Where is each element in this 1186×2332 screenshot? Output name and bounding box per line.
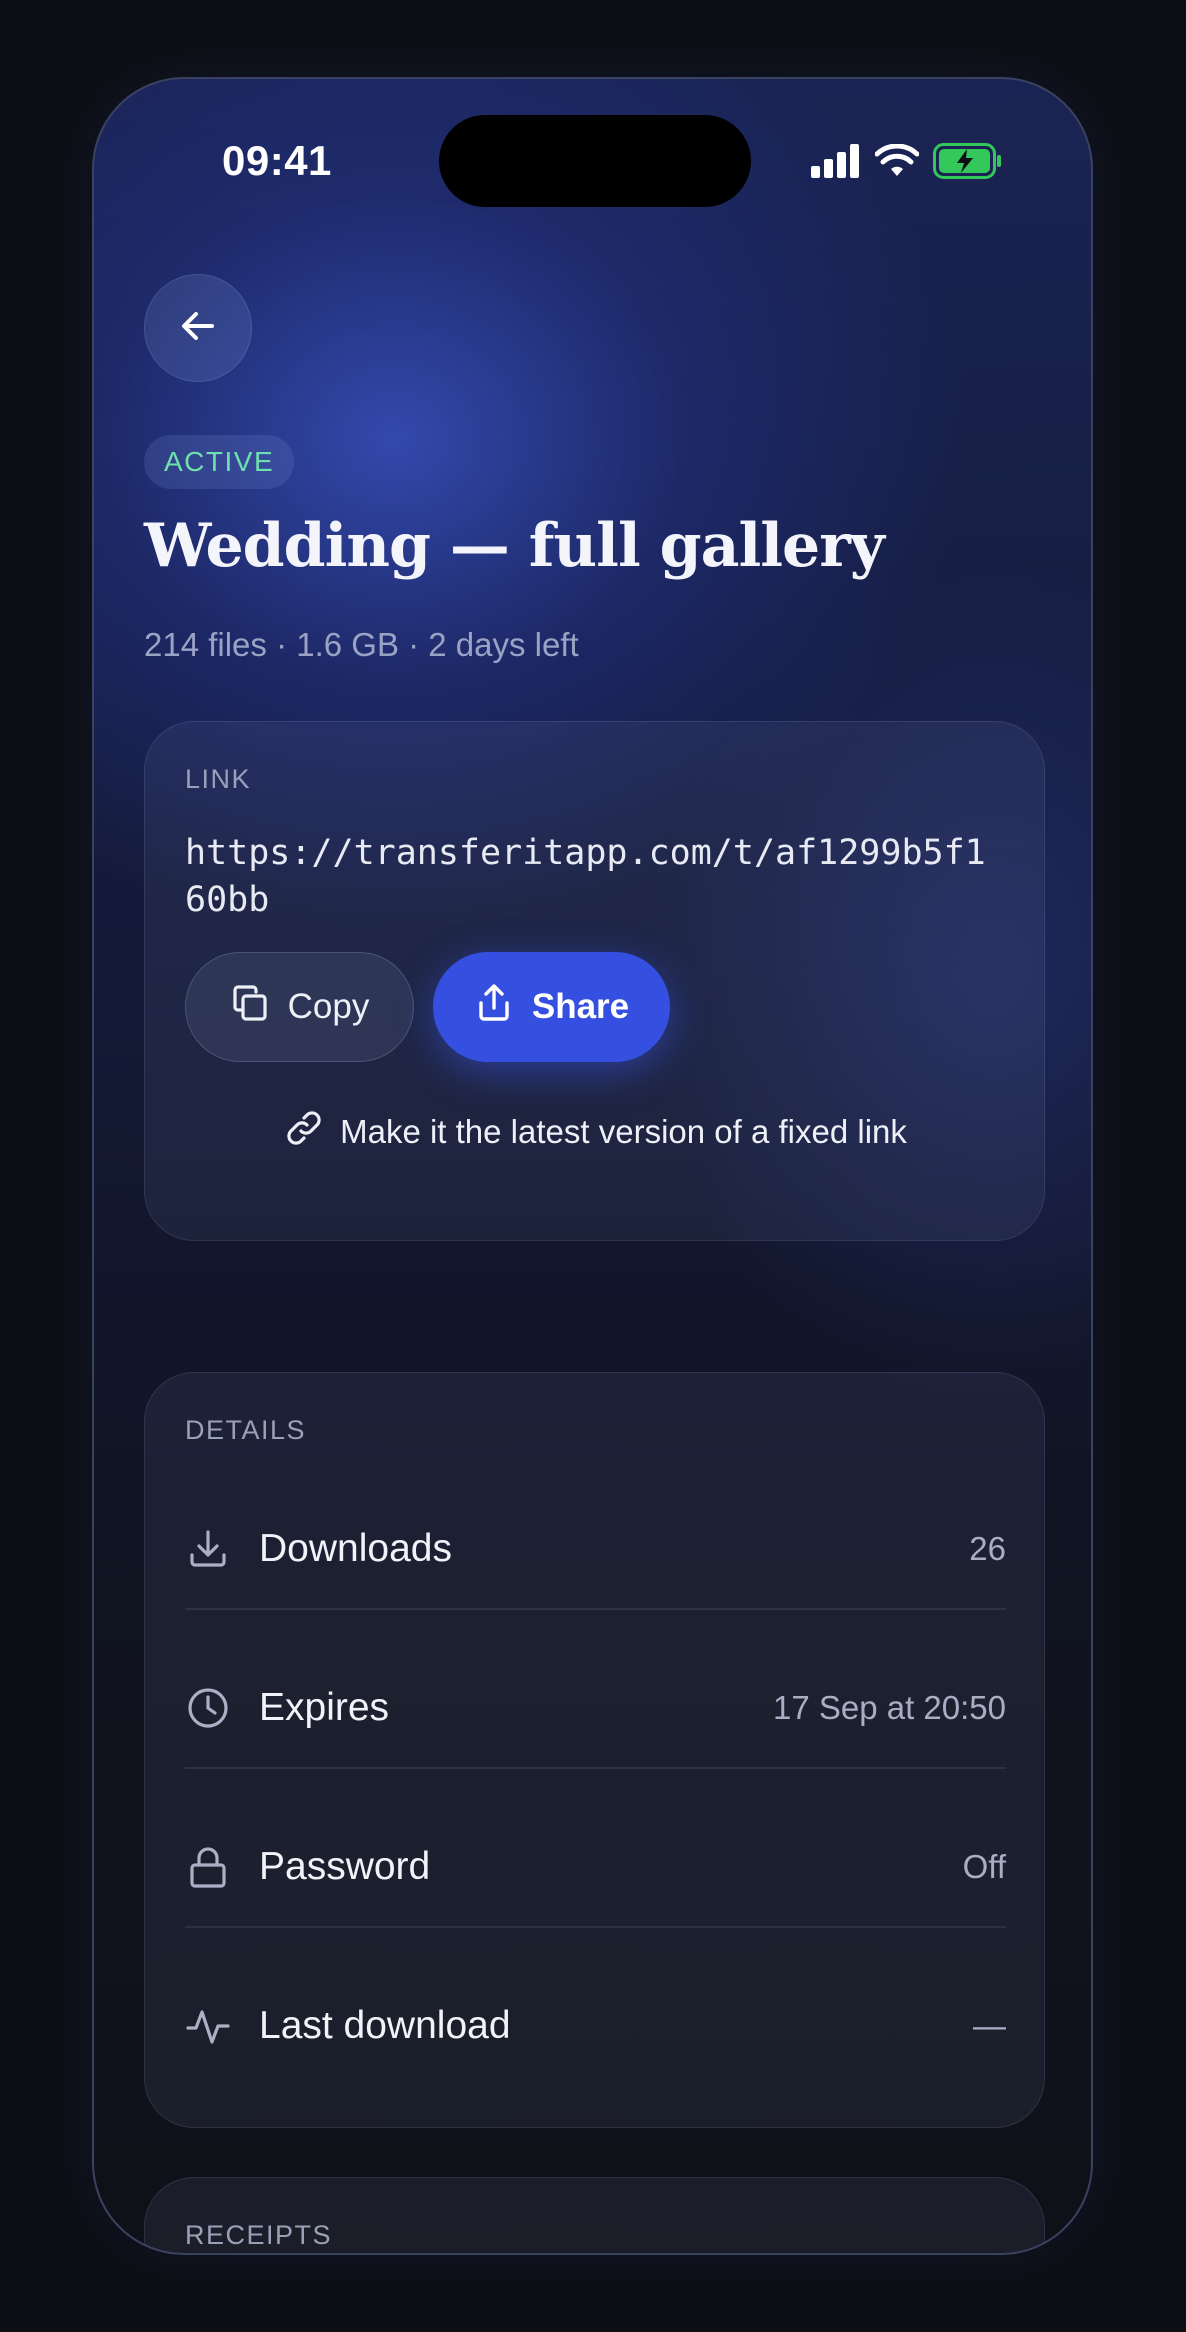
row-value: Off <box>962 1848 1006 1885</box>
transfer-meta: 214 files · 1.6 GB · 2 days left <box>144 626 579 663</box>
details-row-password: Password Off <box>185 1788 1006 1946</box>
row-label: Password <box>259 1845 431 1888</box>
link-icon <box>284 1108 324 1156</box>
receipts-card: RECEIPTS <box>144 2177 1045 2253</box>
status-time: 09:41 <box>222 137 332 184</box>
download-icon <box>185 1526 231 1572</box>
status-icons <box>811 143 1003 184</box>
details-section-label: DETAILS <box>185 1415 307 1445</box>
copy-button-label: Copy <box>287 987 370 1026</box>
details-row-last-download: Last download — <box>185 1947 1006 2105</box>
row-label: Expires <box>259 1686 390 1729</box>
row-value: — <box>973 2007 1006 2044</box>
arrow-left-icon <box>178 306 218 351</box>
screen: 09:41 ACTIVE Wedding — full gallery 214 … <box>0 0 1186 2332</box>
details-row-downloads: Downloads 26 <box>185 1470 1006 1628</box>
share-button[interactable]: Share <box>433 952 670 1062</box>
row-value: 26 <box>969 1530 1006 1567</box>
lock-icon <box>185 1844 231 1890</box>
details-row-expires: Expires 17 Sep at 20:50 <box>185 1629 1006 1787</box>
activity-icon <box>185 2003 231 2049</box>
fixed-link-label: Make it the latest version of a fixed li… <box>340 1113 907 1150</box>
cellular-signal-icon <box>811 144 861 183</box>
status-badge: ACTIVE <box>144 435 295 489</box>
copy-button[interactable]: Copy <box>185 952 414 1062</box>
details-card: DETAILS Downloads 26 Expires 17 Sep at 2… <box>144 1372 1045 2128</box>
page-title: Wedding — full gallery <box>144 511 885 581</box>
link-url[interactable]: https://transferitapp.com/t/af1299b5f160… <box>185 830 1005 924</box>
row-label: Downloads <box>259 1527 452 1570</box>
divider <box>185 1767 1006 1769</box>
link-card: LINK https://transferitapp.com/t/af1299b… <box>144 721 1045 1241</box>
copy-icon <box>230 983 270 1032</box>
back-button[interactable] <box>144 274 252 382</box>
fixed-link-button[interactable]: Make it the latest version of a fixed li… <box>145 1108 1046 1156</box>
row-label: Last download <box>259 2004 511 2047</box>
share-button-label: Share <box>531 987 630 1026</box>
battery-charging-icon <box>933 143 1003 184</box>
dynamic-island <box>439 115 751 207</box>
divider <box>185 1608 1006 1610</box>
divider <box>185 1926 1006 1928</box>
receipts-section-label: RECEIPTS <box>185 2220 333 2250</box>
link-section-label: LINK <box>185 764 252 794</box>
clock-icon <box>185 1685 231 1731</box>
wifi-icon <box>874 143 920 183</box>
share-icon <box>474 983 514 1032</box>
phone-frame: 09:41 ACTIVE Wedding — full gallery 214 … <box>92 77 1093 2255</box>
row-value: 17 Sep at 20:50 <box>772 1689 1006 1726</box>
